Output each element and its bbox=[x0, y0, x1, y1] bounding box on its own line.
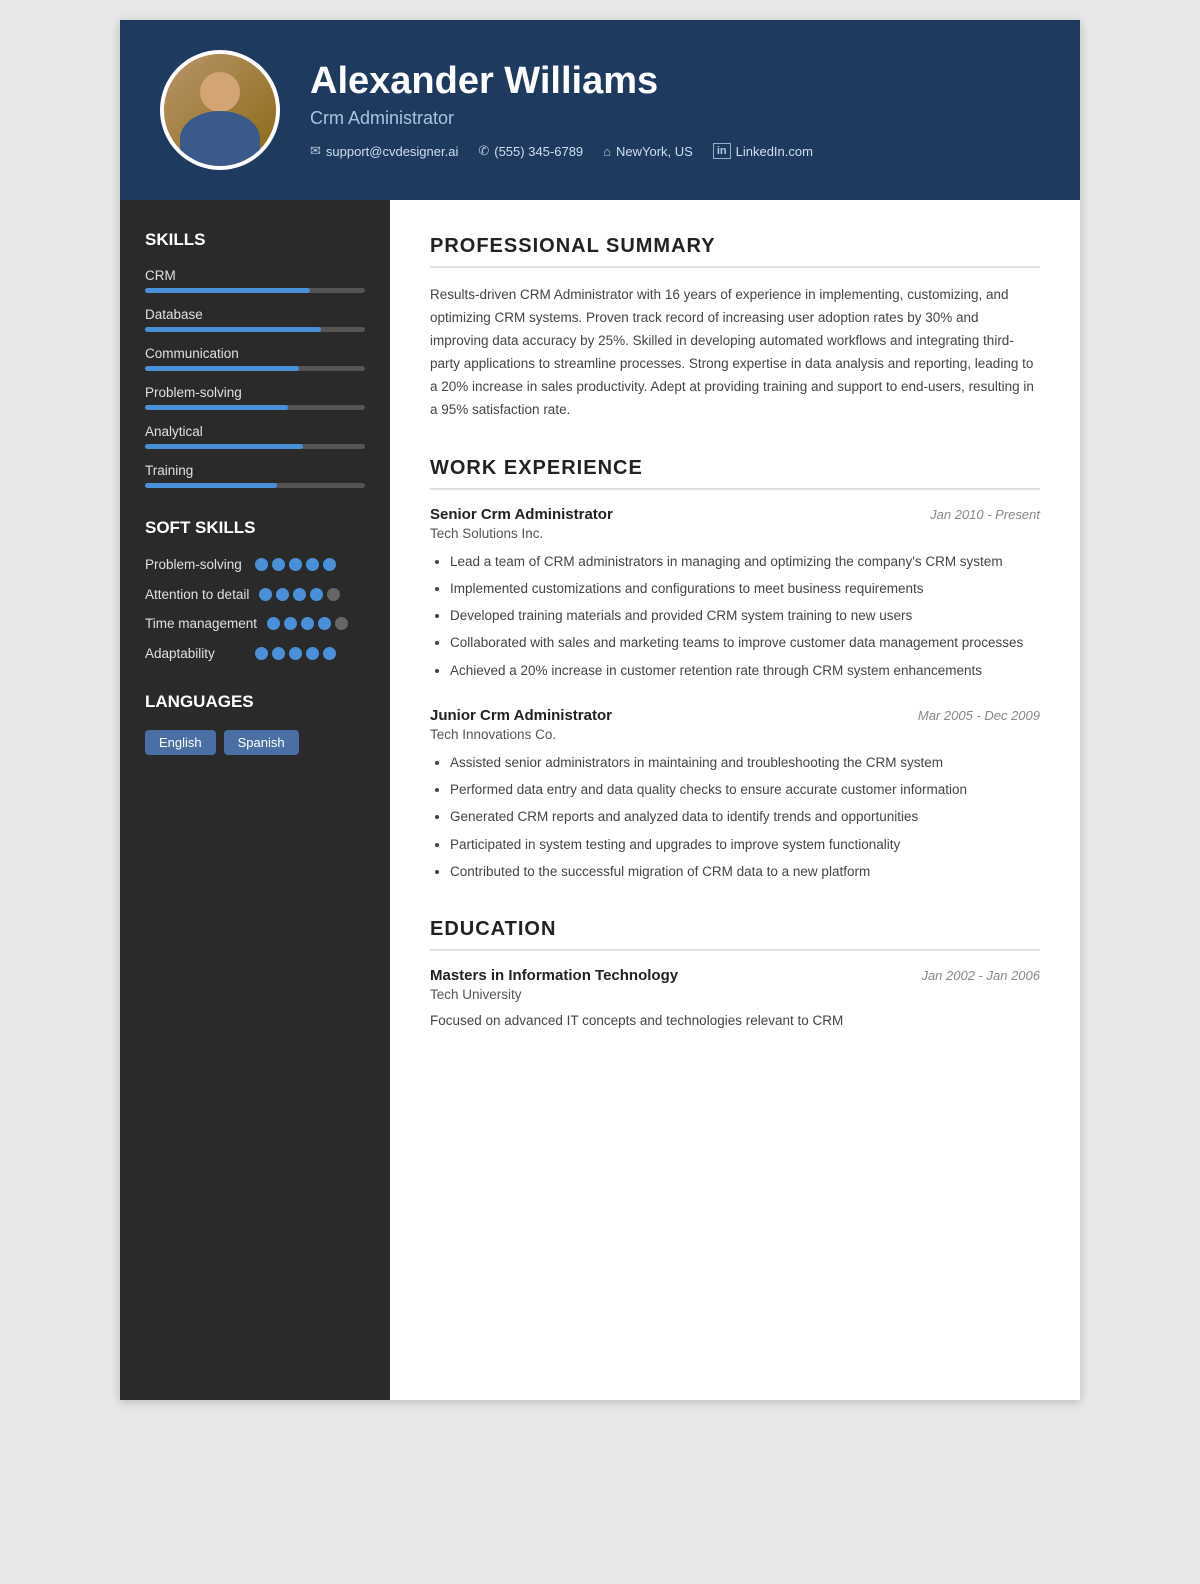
dot bbox=[306, 647, 319, 660]
job-entry-1: Senior Crm Administrator Jan 2010 - Pres… bbox=[430, 506, 1040, 682]
email-icon: ✉ bbox=[310, 143, 321, 159]
soft-skill-adaptability: Adaptability bbox=[145, 645, 365, 663]
language-tags: English Spanish bbox=[145, 730, 365, 755]
avatar bbox=[160, 50, 280, 170]
education-section: EDUCATION Masters in Information Technol… bbox=[430, 918, 1040, 1032]
contact-linkedin: in LinkedIn.com bbox=[713, 143, 813, 159]
skill-item-database: Database bbox=[145, 307, 365, 332]
body: SKILLS CRM Database Communication Proble… bbox=[120, 200, 1080, 1400]
resume-wrapper: Alexander Williams Crm Administrator ✉ s… bbox=[120, 20, 1080, 1400]
candidate-title: Crm Administrator bbox=[310, 108, 1040, 129]
bullet: Generated CRM reports and analyzed data … bbox=[450, 806, 1040, 828]
job-company-1: Tech Solutions Inc. bbox=[430, 526, 1040, 541]
dot bbox=[289, 558, 302, 571]
experience-title: WORK EXPERIENCE bbox=[430, 457, 1040, 490]
dot bbox=[267, 617, 280, 630]
edu-entry-1: Masters in Information Technology Jan 20… bbox=[430, 967, 1040, 1032]
bullet: Assisted senior administrators in mainta… bbox=[450, 752, 1040, 774]
bullet: Performed data entry and data quality ch… bbox=[450, 779, 1040, 801]
dot bbox=[289, 647, 302, 660]
location-icon: ⌂ bbox=[603, 144, 611, 159]
dot bbox=[255, 647, 268, 660]
summary-title: PROFESSIONAL SUMMARY bbox=[430, 235, 1040, 268]
dot bbox=[301, 617, 314, 630]
dot bbox=[272, 558, 285, 571]
job-dates-2: Mar 2005 - Dec 2009 bbox=[918, 708, 1040, 723]
skill-item-communication: Communication bbox=[145, 346, 365, 371]
skill-item-problem-solving: Problem-solving bbox=[145, 385, 365, 410]
dot bbox=[323, 558, 336, 571]
dot bbox=[259, 588, 272, 601]
header-info: Alexander Williams Crm Administrator ✉ s… bbox=[310, 61, 1040, 160]
contact-row: ✉ support@cvdesigner.ai ✆ (555) 345-6789… bbox=[310, 143, 1040, 159]
lang-spanish: Spanish bbox=[224, 730, 299, 755]
soft-skill-problem-solving: Problem-solving bbox=[145, 556, 365, 574]
job-entry-2: Junior Crm Administrator Mar 2005 - Dec … bbox=[430, 707, 1040, 883]
dot bbox=[284, 617, 297, 630]
job-dates-1: Jan 2010 - Present bbox=[930, 507, 1040, 522]
dot bbox=[323, 647, 336, 660]
experience-section: WORK EXPERIENCE Senior Crm Administrator… bbox=[430, 457, 1040, 884]
summary-text: Results-driven CRM Administrator with 16… bbox=[430, 284, 1040, 422]
bullet: Implemented customizations and configura… bbox=[450, 578, 1040, 600]
job-title-2: Junior Crm Administrator bbox=[430, 707, 612, 724]
skill-item-training: Training bbox=[145, 463, 365, 488]
bullet: Collaborated with sales and marketing te… bbox=[450, 632, 1040, 654]
contact-location: ⌂ NewYork, US bbox=[603, 144, 693, 159]
main-content: PROFESSIONAL SUMMARY Results-driven CRM … bbox=[390, 200, 1080, 1400]
dot bbox=[318, 617, 331, 630]
education-title: EDUCATION bbox=[430, 918, 1040, 951]
skill-item-crm: CRM bbox=[145, 268, 365, 293]
job-company-2: Tech Innovations Co. bbox=[430, 727, 1040, 742]
soft-skills-section-title: SOFT SKILLS bbox=[145, 518, 365, 538]
job-bullets-2: Assisted senior administrators in mainta… bbox=[430, 752, 1040, 883]
job-bullets-1: Lead a team of CRM administrators in man… bbox=[430, 551, 1040, 682]
soft-skill-attention: Attention to detail bbox=[145, 586, 365, 604]
languages-section-title: LANGUAGES bbox=[145, 692, 365, 712]
bullet: Contributed to the successful migration … bbox=[450, 861, 1040, 883]
bullet: Developed training materials and provide… bbox=[450, 605, 1040, 627]
contact-email: ✉ support@cvdesigner.ai bbox=[310, 143, 458, 159]
dot bbox=[306, 558, 319, 571]
dot bbox=[293, 588, 306, 601]
bullet: Lead a team of CRM administrators in man… bbox=[450, 551, 1040, 573]
candidate-name: Alexander Williams bbox=[310, 61, 1040, 103]
bullet: Participated in system testing and upgra… bbox=[450, 834, 1040, 856]
lang-english: English bbox=[145, 730, 216, 755]
dot bbox=[255, 558, 268, 571]
job-title-1: Senior Crm Administrator bbox=[430, 506, 613, 523]
contact-phone: ✆ (555) 345-6789 bbox=[478, 143, 583, 159]
phone-icon: ✆ bbox=[478, 143, 489, 159]
dot bbox=[276, 588, 289, 601]
dot bbox=[272, 647, 285, 660]
edu-desc-1: Focused on advanced IT concepts and tech… bbox=[430, 1010, 1040, 1032]
header: Alexander Williams Crm Administrator ✉ s… bbox=[120, 20, 1080, 200]
skill-item-analytical: Analytical bbox=[145, 424, 365, 449]
bullet: Achieved a 20% increase in customer rete… bbox=[450, 660, 1040, 682]
linkedin-icon: in bbox=[713, 143, 731, 159]
summary-section: PROFESSIONAL SUMMARY Results-driven CRM … bbox=[430, 235, 1040, 422]
skills-section-title: SKILLS bbox=[145, 230, 365, 250]
edu-school-1: Tech University bbox=[430, 987, 1040, 1002]
sidebar: SKILLS CRM Database Communication Proble… bbox=[120, 200, 390, 1400]
dot-empty bbox=[327, 588, 340, 601]
edu-degree-1: Masters in Information Technology bbox=[430, 967, 678, 984]
edu-dates-1: Jan 2002 - Jan 2006 bbox=[921, 968, 1040, 983]
dot bbox=[310, 588, 323, 601]
soft-skill-time-mgmt: Time management bbox=[145, 615, 365, 633]
dot-empty bbox=[335, 617, 348, 630]
